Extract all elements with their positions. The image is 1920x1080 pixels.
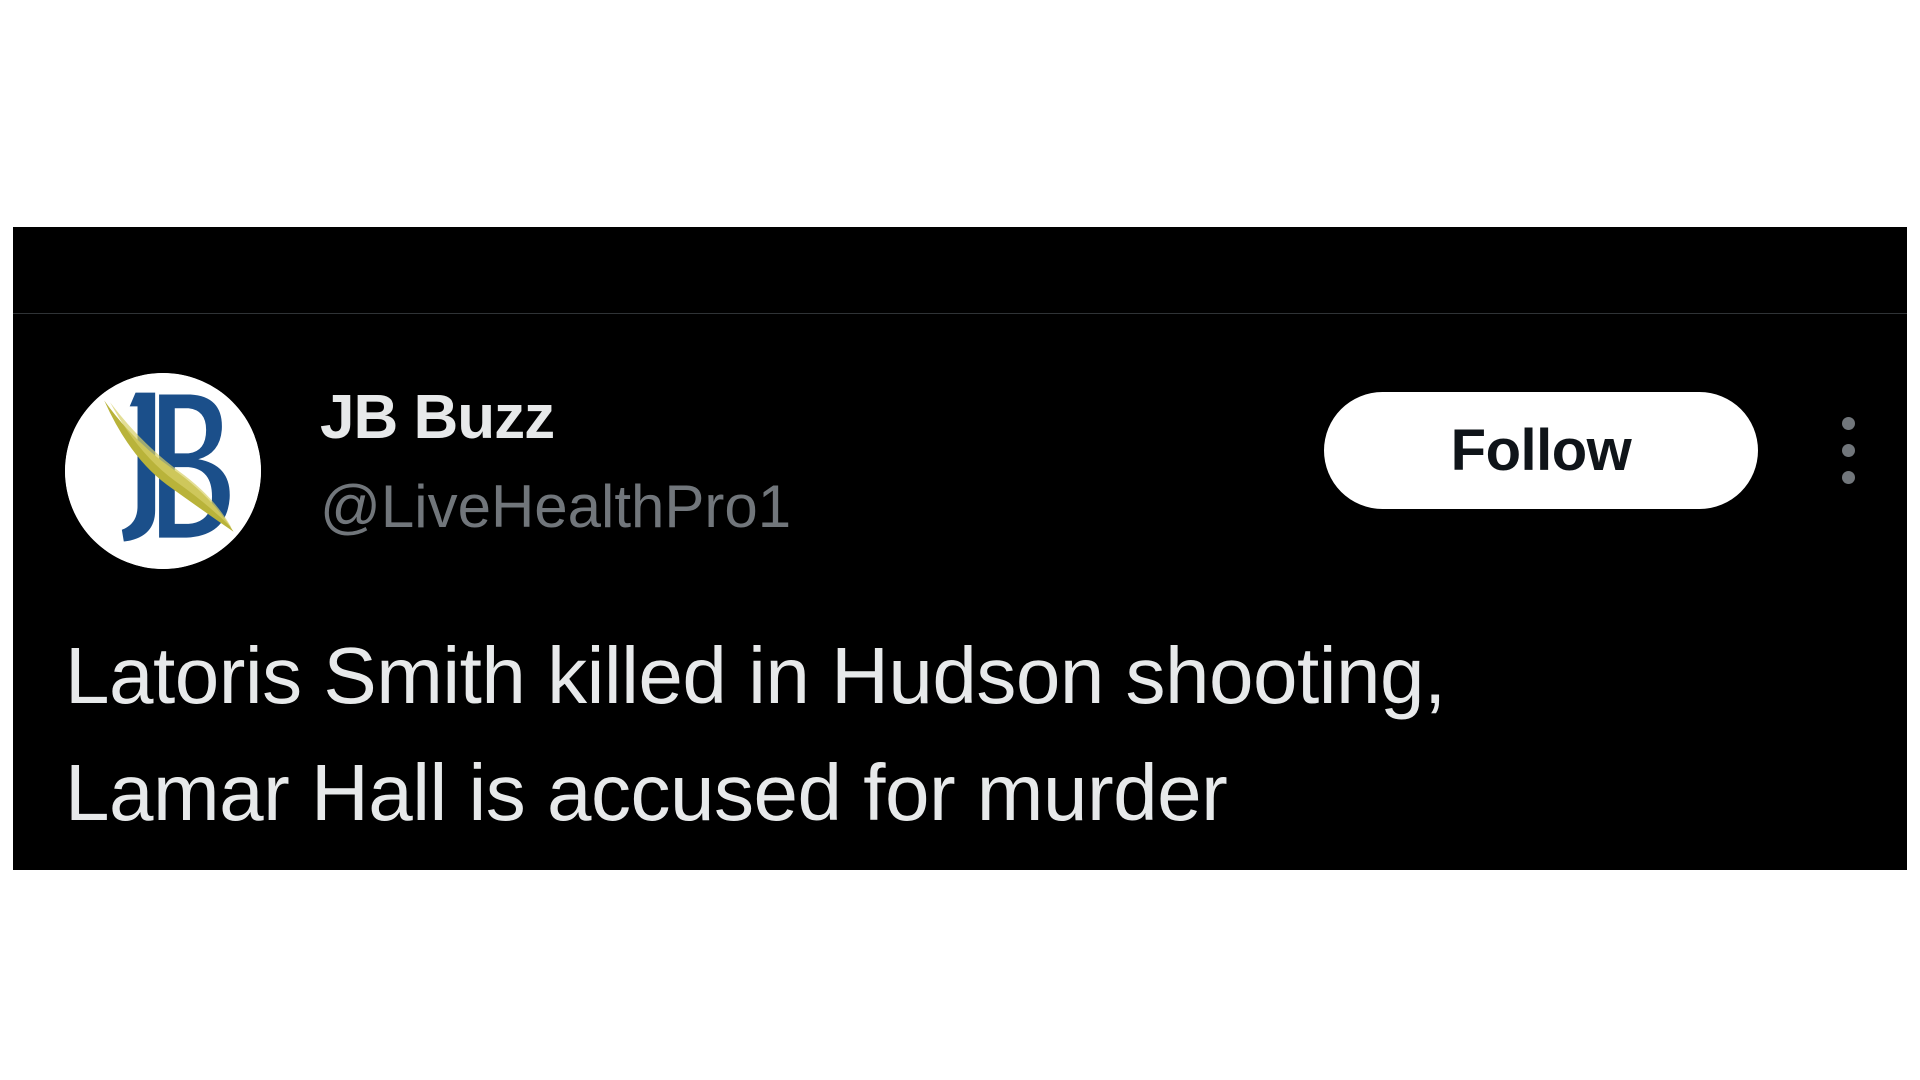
tweet-text: Latoris Smith killed in Hudson shooting,… — [65, 617, 1845, 851]
avatar[interactable] — [65, 373, 261, 569]
more-options-button[interactable] — [1829, 417, 1869, 487]
tweet-card: JB Buzz @LiveHealthPro1 Follow Latoris S… — [13, 227, 1907, 870]
user-handle[interactable]: @LiveHealthPro1 — [320, 472, 791, 542]
divider — [13, 313, 1907, 314]
jb-logo-icon — [65, 373, 261, 569]
tweet-text-line: Lamar Hall is accused for murder — [65, 748, 1228, 837]
follow-button[interactable]: Follow — [1324, 392, 1758, 509]
display-name[interactable]: JB Buzz — [320, 382, 555, 454]
page: JB Buzz @LiveHealthPro1 Follow Latoris S… — [0, 0, 1920, 1080]
tweet-text-line: Latoris Smith killed in Hudson shooting, — [65, 631, 1446, 720]
